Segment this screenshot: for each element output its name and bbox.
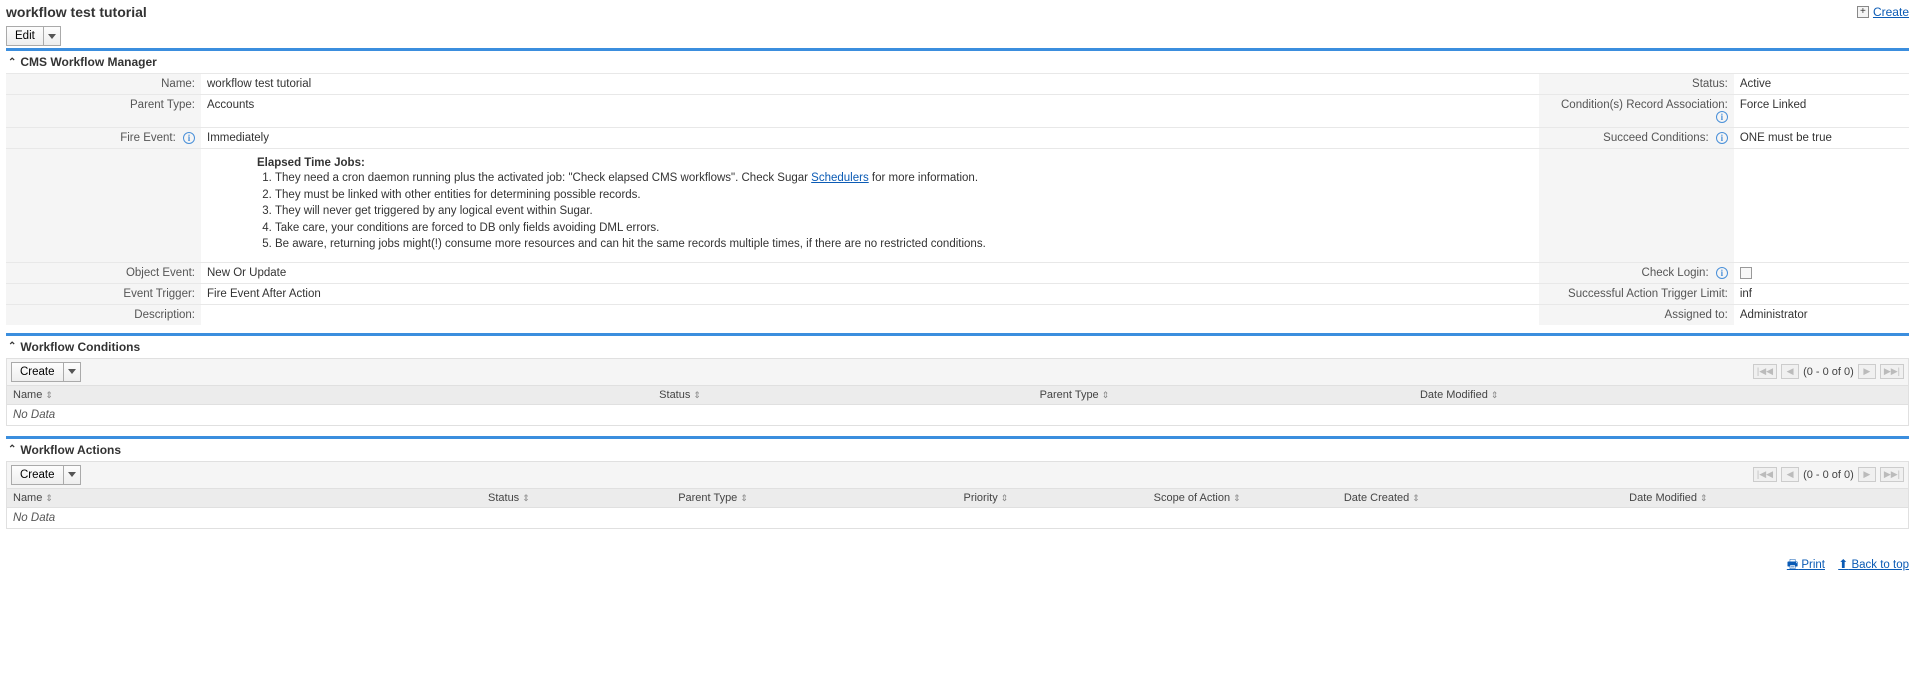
edit-dropdown[interactable]: [43, 26, 61, 46]
col-scope[interactable]: Scope of Action⇕: [1148, 489, 1338, 508]
no-data: No Data: [7, 507, 1909, 528]
value-assigned: Administrator: [1734, 304, 1909, 325]
create-action-dropdown[interactable]: [63, 465, 81, 485]
value-cond-assoc: Force Linked: [1734, 95, 1909, 128]
label-name: Name:: [6, 74, 201, 95]
col-parent-type[interactable]: Parent Type⇕: [672, 489, 957, 508]
label-fire-event: Fire Event: i: [6, 128, 201, 149]
sort-icon: ⇕: [522, 493, 530, 503]
sort-icon: ⇕: [1491, 390, 1499, 400]
list-item: They will never get triggered by any log…: [275, 204, 1529, 220]
list-item: Take care, your conditions are forced to…: [275, 221, 1529, 237]
col-status[interactable]: Status⇕: [653, 386, 1033, 405]
col-name[interactable]: Name⇕: [7, 386, 654, 405]
pager-text: (0 - 0 of 0): [1803, 469, 1854, 481]
pager-last[interactable]: ▶▶|: [1880, 467, 1904, 482]
pager-first[interactable]: |◀◀: [1753, 364, 1777, 379]
list-item: They must be linked with other entities …: [275, 188, 1529, 204]
value-status: Active: [1734, 74, 1909, 95]
create-action-button[interactable]: Create: [11, 465, 63, 485]
sort-icon: ⇕: [693, 390, 701, 400]
edit-button[interactable]: Edit: [6, 26, 43, 46]
info-icon[interactable]: i: [1716, 267, 1728, 279]
value-event-trigger: Fire Event After Action: [201, 283, 1539, 304]
label-assigned: Assigned to:: [1539, 304, 1734, 325]
schedulers-link[interactable]: Schedulers: [811, 172, 869, 184]
sort-icon: ⇕: [740, 493, 748, 503]
col-date-created[interactable]: Date Created⇕: [1338, 489, 1623, 508]
back-to-top-link[interactable]: ⬆ Back to top: [1838, 559, 1909, 571]
pager-next[interactable]: ▶: [1858, 467, 1876, 482]
create-condition-dropdown[interactable]: [63, 362, 81, 382]
col-date-modified[interactable]: Date Modified⇕: [1623, 489, 1908, 508]
col-name[interactable]: Name⇕: [7, 489, 483, 508]
label-cond-assoc: Condition(s) Record Association: i: [1539, 95, 1734, 128]
create-condition-button[interactable]: Create: [11, 362, 63, 382]
label-object-event: Object Event:: [6, 262, 201, 283]
pager: |◀◀ ◀ (0 - 0 of 0) ▶ ▶▶|: [1753, 467, 1904, 482]
collapse-icon[interactable]: ⌃: [8, 57, 16, 68]
label-check-login: Check Login: i: [1539, 262, 1734, 283]
collapse-icon[interactable]: ⌃: [8, 444, 16, 455]
value-check-login: [1734, 262, 1909, 283]
info-icon[interactable]: i: [1716, 111, 1728, 123]
section-title-actions: Workflow Actions: [20, 443, 121, 457]
label-action-limit: Successful Action Trigger Limit:: [1539, 283, 1734, 304]
col-priority[interactable]: Priority⇕: [957, 489, 1147, 508]
sort-icon: ⇕: [1700, 493, 1708, 503]
pager-first[interactable]: |◀◀: [1753, 467, 1777, 482]
label-status: Status:: [1539, 74, 1734, 95]
label-succeed-cond: Succeed Conditions: i: [1539, 128, 1734, 149]
pager-next[interactable]: ▶: [1858, 364, 1876, 379]
jobs-title: Elapsed Time Jobs:: [257, 157, 1529, 169]
label-event-trigger: Event Trigger:: [6, 283, 201, 304]
checkbox-unchecked: [1740, 267, 1752, 279]
value-name: workflow test tutorial: [201, 74, 1539, 95]
jobs-list: They need a cron daemon running plus the…: [257, 171, 1529, 253]
pager: |◀◀ ◀ (0 - 0 of 0) ▶ ▶▶|: [1753, 364, 1904, 379]
pager-last[interactable]: ▶▶|: [1880, 364, 1904, 379]
info-icon[interactable]: i: [183, 132, 195, 144]
value-fire-event: Immediately: [201, 128, 1539, 149]
plus-icon: +: [1857, 6, 1869, 18]
col-status[interactable]: Status⇕: [482, 489, 672, 508]
sort-icon: ⇕: [1102, 390, 1110, 400]
sort-icon: ⇕: [1233, 493, 1241, 503]
sort-icon: ⇕: [1001, 493, 1009, 503]
sort-icon: ⇕: [45, 493, 53, 503]
sort-icon: ⇕: [1412, 493, 1420, 503]
up-arrow-icon: ⬆: [1838, 557, 1848, 571]
value-description: [201, 304, 1539, 325]
pager-prev[interactable]: ◀: [1781, 467, 1799, 482]
detail-view: Name: workflow test tutorial Status: Act…: [6, 73, 1909, 325]
collapse-icon[interactable]: ⌃: [8, 341, 16, 352]
label-description: Description:: [6, 304, 201, 325]
value-object-event: New Or Update: [201, 262, 1539, 283]
col-parent-type[interactable]: Parent Type⇕: [1034, 386, 1414, 405]
caret-down-icon: [68, 369, 76, 374]
pager-prev[interactable]: ◀: [1781, 364, 1799, 379]
value-parent-type: Accounts: [201, 95, 1539, 128]
sort-icon: ⇕: [45, 390, 53, 400]
value-succeed-cond: ONE must be true: [1734, 128, 1909, 149]
label-jobs-empty: [6, 149, 201, 263]
create-link-top[interactable]: Create: [1873, 5, 1909, 19]
label-parent-type: Parent Type:: [6, 95, 201, 128]
list-item: Be aware, returning jobs might(!) consum…: [275, 237, 1529, 253]
print-icon: 🖶: [1787, 557, 1798, 571]
col-date-modified[interactable]: Date Modified⇕: [1414, 386, 1909, 405]
value-action-limit: inf: [1734, 283, 1909, 304]
caret-down-icon: [48, 34, 56, 39]
pager-text: (0 - 0 of 0): [1803, 366, 1854, 378]
section-title-manager: CMS Workflow Manager: [20, 55, 156, 69]
info-icon[interactable]: i: [1716, 132, 1728, 144]
caret-down-icon: [68, 472, 76, 477]
no-data: No Data: [7, 404, 1909, 425]
print-link[interactable]: 🖶 Print: [1787, 559, 1825, 571]
section-title-conditions: Workflow Conditions: [20, 340, 140, 354]
list-item: They need a cron daemon running plus the…: [275, 171, 1529, 187]
page-title: workflow test tutorial: [6, 4, 147, 20]
